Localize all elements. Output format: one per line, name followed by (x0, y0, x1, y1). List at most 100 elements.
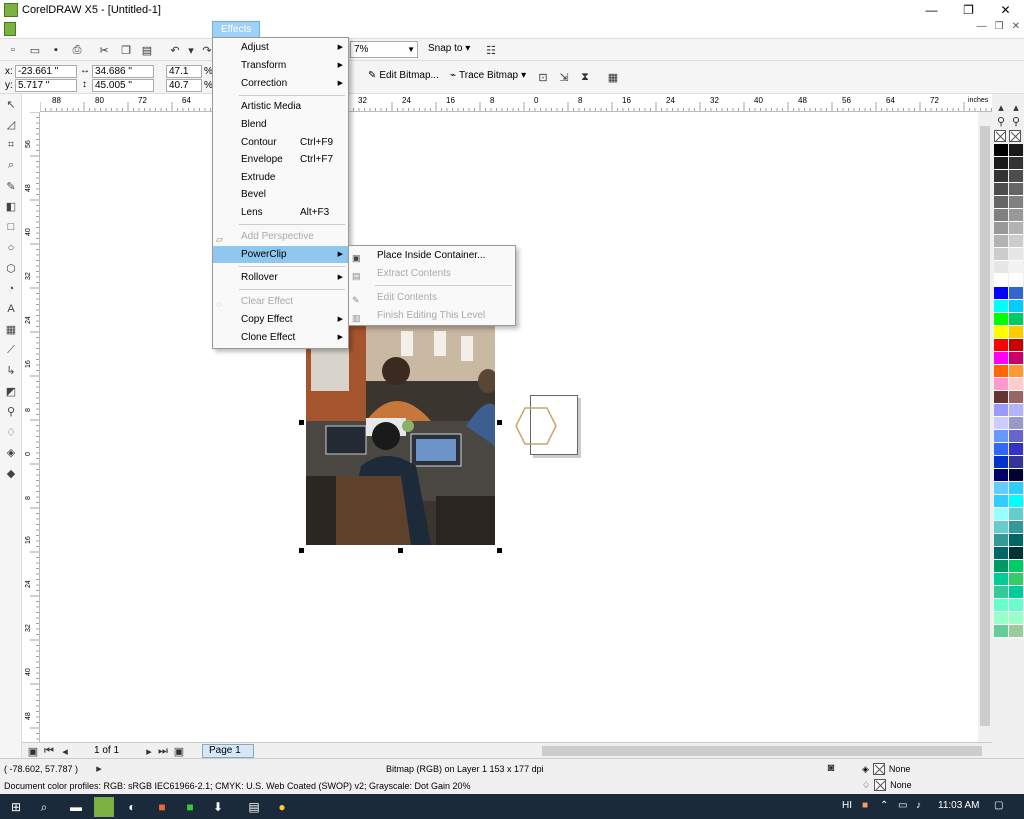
color-swatch[interactable] (994, 521, 1008, 534)
app-icon[interactable]: ▤ (244, 797, 264, 817)
menu-item-correction[interactable]: Correction ▶ (213, 75, 348, 92)
pick-tool-icon[interactable]: ↖ (0, 94, 22, 115)
color-swatch[interactable] (994, 508, 1008, 521)
color-swatch[interactable] (1009, 235, 1023, 248)
color-swatch[interactable] (1009, 339, 1023, 352)
rectangle-tool-icon[interactable]: □ (0, 217, 22, 238)
no-outline-swatch[interactable] (1009, 130, 1021, 142)
color-swatch[interactable] (994, 235, 1008, 248)
menu-item-rollover[interactable]: Rollover ▶ (213, 269, 348, 286)
color-swatch[interactable] (1009, 261, 1023, 274)
color-swatch[interactable] (994, 443, 1008, 456)
palette-scroll-up-icon[interactable]: ▴ (1009, 100, 1023, 114)
color-swatch[interactable] (1009, 573, 1023, 586)
last-page-icon[interactable]: ⏭ (156, 744, 170, 758)
color-swatch[interactable] (1009, 586, 1023, 599)
fill-tool-icon[interactable]: ◈ (0, 443, 22, 464)
color-swatch[interactable] (1009, 183, 1023, 196)
color-swatch[interactable] (994, 170, 1008, 183)
menu-item-clone-effect[interactable]: Clone Effect ▶ (213, 329, 348, 346)
menu-item-extrude[interactable]: Extrude (213, 169, 348, 186)
color-swatch[interactable] (994, 378, 1008, 391)
color-swatch[interactable] (1009, 469, 1023, 482)
search-icon[interactable]: ⌕ (34, 797, 54, 817)
menu-item-finish-editing[interactable]: ▥ Finish Editing This Level (349, 307, 515, 324)
color-swatch[interactable] (994, 599, 1008, 612)
color-swatch[interactable] (1009, 274, 1023, 287)
menu-item-bevel[interactable]: Bevel (213, 186, 348, 203)
color-swatch[interactable] (994, 144, 1008, 157)
color-swatch[interactable] (994, 586, 1008, 599)
menu-item-adjust[interactable]: Adjust ▶ (213, 39, 348, 56)
snap-to-button[interactable]: Snap to ▾ (428, 43, 470, 54)
eyedropper-icon[interactable]: ⚲ (994, 114, 1008, 128)
x-position-field[interactable]: -23.661 " (15, 65, 77, 78)
eyedropper-icon[interactable]: ⚲ (1009, 114, 1023, 128)
undo-icon[interactable]: ↶ (168, 43, 182, 57)
vertical-scrollbar-thumb[interactable] (980, 126, 990, 726)
color-swatch[interactable] (994, 495, 1008, 508)
drawing-canvas[interactable] (40, 112, 978, 742)
polygon-tool-icon[interactable]: ⬡ (0, 258, 22, 279)
crop-tool-icon[interactable]: ⌗ (0, 135, 22, 156)
menu-item-envelope[interactable]: Envelope Ctrl+F7 (213, 151, 348, 168)
coreldraw-taskbar-icon[interactable] (94, 797, 114, 817)
ellipse-tool-icon[interactable]: ○ (0, 238, 22, 259)
freehand-tool-icon[interactable]: ✎ (0, 176, 22, 197)
color-swatch[interactable] (1009, 482, 1023, 495)
undo-dropdown-icon[interactable]: ▾ (184, 43, 198, 57)
edit-bitmap-button[interactable]: ✎ Edit Bitmap... (368, 70, 439, 81)
table-tool-icon[interactable]: ▦ (0, 320, 22, 341)
app-icon[interactable]: ◐ (122, 797, 142, 817)
clock[interactable]: 11:03 AM (938, 800, 980, 811)
interactive-fill-tool-icon[interactable]: ◆ (0, 463, 22, 484)
cut-icon[interactable]: ✂ (97, 43, 111, 57)
no-fill-swatch[interactable] (994, 130, 1006, 142)
app-icon[interactable]: ■ (152, 797, 172, 817)
resample-icon[interactable]: ⇲ (557, 70, 571, 84)
menu-item-extract-contents[interactable]: ▤ Extract Contents (349, 265, 515, 282)
paste-icon[interactable]: ▤ (140, 43, 154, 57)
color-swatch[interactable] (1009, 391, 1023, 404)
chrome-icon[interactable]: ● (272, 797, 292, 817)
open-folder-icon[interactable]: ▭ (28, 43, 42, 57)
next-page-icon[interactable]: ▸ (142, 744, 156, 758)
vertical-ruler[interactable]: 56 48 40 32 24 16 8 0 8 16 24 32 40 48 (22, 112, 40, 742)
save-icon[interactable]: ▪ (49, 43, 63, 57)
color-swatch[interactable] (994, 612, 1008, 625)
hexagon-shape[interactable] (514, 406, 558, 446)
first-page-icon[interactable]: ⏮ (42, 744, 56, 758)
color-swatch[interactable] (1009, 378, 1023, 391)
color-swatch[interactable] (994, 222, 1008, 235)
horizontal-ruler[interactable]: 88 80 72 64 32 24 16 8 0 8 16 24 32 40 48 56 64 72 inches (40, 94, 992, 112)
outline-indicator[interactable]: ♢ None (862, 779, 912, 791)
menu-item-add-perspective[interactable]: ▱ Add Perspective (213, 228, 348, 245)
palette-scroll-up-icon[interactable]: ▴ (994, 100, 1008, 114)
ruler-corner[interactable] (22, 94, 40, 112)
blend-tool-icon[interactable]: ◩ (0, 381, 22, 402)
color-swatch[interactable] (1009, 300, 1023, 313)
color-swatch[interactable] (994, 352, 1008, 365)
color-swatch[interactable] (1009, 326, 1023, 339)
color-swatch[interactable] (1009, 404, 1023, 417)
network-icon[interactable]: ▭ (898, 800, 907, 811)
menu-item-contour[interactable]: Contour Ctrl+F9 (213, 134, 348, 151)
fill-indicator[interactable]: ◈ None (862, 763, 910, 775)
color-swatch[interactable] (1009, 599, 1023, 612)
color-swatch[interactable] (1009, 508, 1023, 521)
expand-arrow-icon[interactable]: ▸ (92, 761, 106, 775)
color-swatch[interactable] (1009, 144, 1023, 157)
color-swatch[interactable] (1009, 547, 1023, 560)
menu-item-place-inside-container[interactable]: ▣ Place Inside Container... (349, 247, 515, 264)
color-swatch[interactable] (994, 456, 1008, 469)
menu-effects[interactable]: Effects (212, 21, 261, 38)
prev-page-icon[interactable]: ◂ (58, 744, 72, 758)
options-icon[interactable]: ☷ (484, 43, 498, 57)
color-swatch[interactable] (994, 625, 1008, 638)
color-swatch[interactable] (994, 209, 1008, 222)
color-swatch[interactable] (1009, 443, 1023, 456)
minimize-button[interactable]: — (913, 0, 950, 19)
selection-handle-right[interactable] (497, 420, 502, 425)
menu-item-blend[interactable]: Blend (213, 116, 348, 133)
trace-bitmap-button[interactable]: ⌁ Trace Bitmap ▾ (450, 70, 526, 81)
